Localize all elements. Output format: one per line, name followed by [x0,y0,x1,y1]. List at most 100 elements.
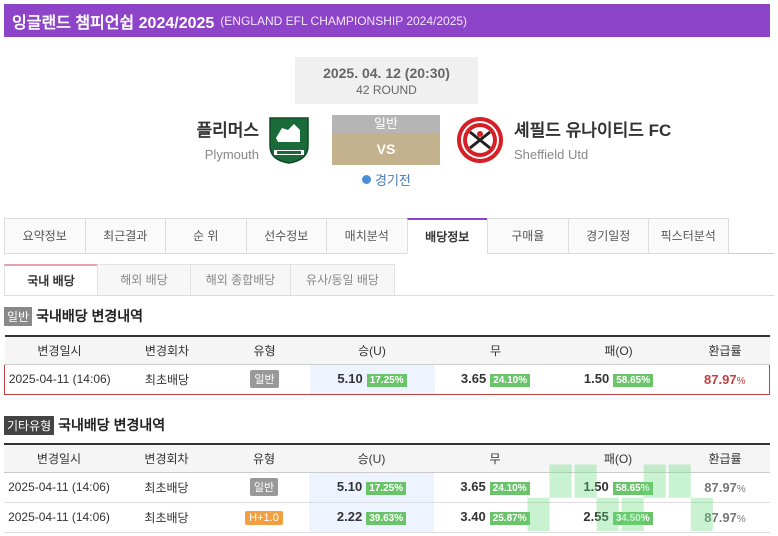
league-subtitle: (ENGLAND EFL CHAMPIONSHIP 2024/2025) [220,13,468,28]
tab-pickster-analysis[interactable]: 픽스터분석 [648,218,729,254]
tab-purchase-rate[interactable]: 구매율 [487,218,568,254]
match-round: 42 ROUND [356,83,417,97]
win-value: 5.10 [336,479,363,494]
status-dot-icon [362,175,371,184]
match-info-box: 2025. 04. 12 (20:30) 42 ROUND [295,57,478,104]
lose-odds: 2.55 34.50% [556,502,680,533]
lose-value: 2.55 [583,509,609,524]
subtab-foreign-odds[interactable]: 해외 배당 [97,264,190,295]
draw-pct: 25.87% [489,512,530,525]
subtab-foreign-combined-odds[interactable]: 해외 종합배당 [190,264,290,295]
tab-recent-results[interactable]: 최근결과 [84,218,165,254]
row-round: 최초배당 [114,363,220,395]
refund-value: 87.97 [704,479,737,495]
row-date: 2025-04-11 (14:06) [4,363,115,395]
tab-players[interactable]: 선수정보 [245,218,326,254]
away-team[interactable]: 셰필드 유나이티드 FC Sheffield Utd [514,116,671,162]
match-status-text: 경기전 [375,173,411,188]
away-team-name-en: Sheffield Utd [514,147,589,162]
tab-summary[interactable]: 요약정보 [4,218,85,254]
col-round: 변경회차 [114,443,219,473]
col-win: 승(U) [309,443,434,473]
col-lose: 패(O) [556,443,680,473]
bet-type-label: 일반 [332,115,440,133]
refund-unit: % [736,375,746,387]
lose-pct: 58.65% [612,482,653,495]
col-draw: 무 [434,335,557,365]
type-badge: H+1.0 [245,510,283,525]
home-team[interactable]: 플리머스 Plymouth [196,116,259,162]
vs-label: VS [332,133,440,165]
tab-schedule[interactable]: 경기일정 [567,218,648,254]
table-row: 2025-04-11 (14:06) 최초배당 일반 5.10 17.25% 3.… [4,472,770,503]
refund-value: 87.97 [704,509,737,525]
lose-value: 1.50 [583,479,609,494]
draw-value: 3.40 [460,509,486,524]
lose-pct: 58.65% [613,374,654,387]
main-tabs: 요약정보 최근결과 순 위 선수정보 매치분석 배당정보 구매율 경기일정 픽스… [4,218,774,254]
win-pct: 17.25% [366,482,407,495]
win-odds: 5.10 17.25% [309,363,435,395]
col-type: 유형 [219,335,310,365]
league-title: 잉글랜드 챔피언쉽 2024/2025 [12,14,215,32]
refund-rate: 87.97% [704,480,745,495]
draw-odds: 3.40 25.87% [434,502,556,533]
home-team-name-en: Plymouth [204,147,259,162]
refund-rate: 87.97% [704,510,745,525]
win-pct: 39.63% [366,512,407,525]
col-type: 유형 [219,443,309,473]
plymouth-crest-icon[interactable] [266,116,312,164]
col-round: 변경회차 [114,335,220,365]
win-odds: 2.22 39.63% [309,502,434,533]
table-row: 2025-04-11 (14:06) 최초배당 일반 5.10 17.25% 3.… [4,363,770,395]
tab-standings[interactable]: 순 위 [165,218,246,254]
draw-odds: 3.65 24.10% [434,363,557,395]
col-date: 변경일시 [4,335,115,365]
subtab-similar-odds[interactable]: 유사/동일 배당 [290,264,395,295]
away-team-name: 셰필드 유나이티드 FC [514,121,672,140]
col-refund: 환급률 [680,335,770,365]
draw-odds: 3.65 24.10% [434,472,556,503]
type-badge: 일반 [249,478,279,496]
draw-value: 3.65 [460,479,486,494]
section-heading: 국내배당 변경내역 [58,417,166,433]
odds-subtabs: 국내 배당 해외 배당 해외 종합배당 유사/동일 배당 [4,264,774,296]
vs-box: 일반 VS [332,115,440,165]
tab-odds[interactable]: 배당정보 [406,218,487,254]
draw-pct: 24.10% [489,482,530,495]
row-date: 2025-04-11 (14:06) [4,502,114,533]
table-row: 2025-04-11 (14:06) 최초배당 H+1.0 2.22 39.63%… [4,502,770,533]
col-draw: 무 [434,443,556,473]
refund-unit: % [736,483,746,495]
win-pct: 17.25% [366,374,407,387]
odds-table-other: 변경일시 변경회차 유형 승(U) 무 패(O) 환급률 2025-04-11 … [4,443,770,533]
win-value: 2.22 [336,509,363,524]
row-date: 2025-04-11 (14:06) [4,472,114,503]
lose-pct: 34.50% [612,512,653,525]
draw-pct: 24.10% [490,374,531,387]
refund-rate: 87.97% [704,372,745,387]
tab-match-analysis[interactable]: 매치분석 [326,218,407,254]
row-round: 최초배당 [114,472,219,503]
sheffield-utd-crest-icon[interactable] [456,116,504,164]
col-refund: 환급률 [680,443,770,473]
lose-odds: 1.50 58.65% [556,363,681,395]
section-title-other: 기타유형 국내배당 변경내역 [4,415,165,435]
col-win: 승(U) [309,335,435,365]
subtab-domestic-odds[interactable]: 국내 배당 [4,264,97,295]
odds-table-general: 변경일시 변경회차 유형 승(U) 무 패(O) 환급률 2025-04-11 … [4,335,770,395]
home-team-name: 플리머스 [196,121,259,140]
section-tag: 일반 [4,306,33,326]
refund-value: 87.97 [704,371,737,387]
league-header: 잉글랜드 챔피언쉽 2024/2025 (ENGLAND EFL CHAMPIO… [4,4,770,37]
type-badge: 일반 [250,370,279,388]
section-tag: 기타유형 [4,415,55,435]
lose-odds: 1.50 58.65% [556,472,680,503]
section-title-general: 일반 국내배당 변경내역 [4,306,143,326]
lose-value: 1.50 [583,371,610,386]
match-date: 2025. 04. 12 (20:30) [323,65,450,81]
section-heading: 국내배당 변경내역 [36,308,144,324]
win-value: 5.10 [337,371,363,386]
match-status: 경기전 [362,170,411,189]
row-round: 최초배당 [114,502,219,533]
